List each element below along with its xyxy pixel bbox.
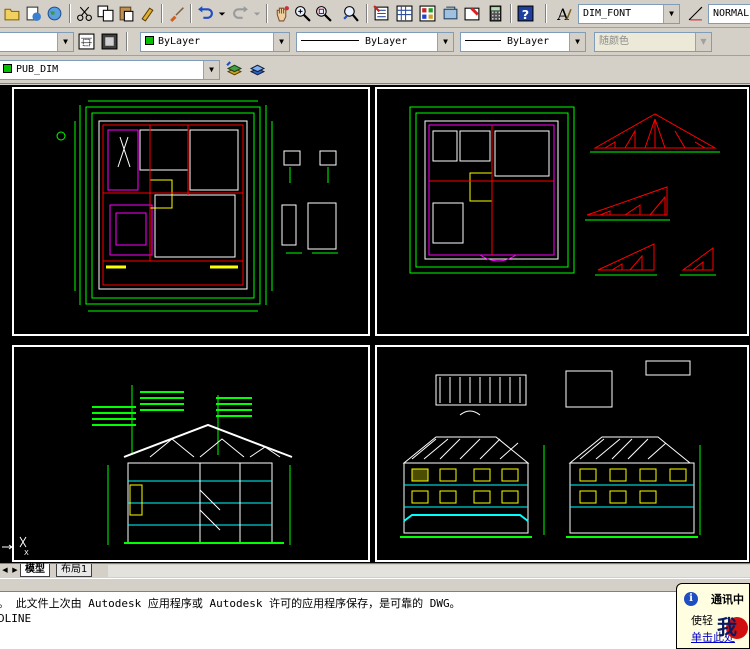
section-drawing [92,385,293,545]
svg-text:我: 我 [717,615,737,639]
markup-icon[interactable] [462,3,483,24]
tab-layout1-label: 布局1 [61,564,88,575]
globe-icon[interactable] [44,3,65,24]
color-swatch [145,36,154,45]
command-window-splitter[interactable] [0,578,750,591]
plotstyle-value: 随颜色 [599,36,629,47]
linetype-preview [301,40,359,41]
redo-dropdown-icon[interactable] [251,3,263,24]
layers-toolbar: PUB_DIM ▼ [0,56,750,84]
layer-combo[interactable]: PUB_DIM ▼ [0,60,220,80]
undo-dropdown-icon[interactable] [216,3,228,24]
text-style-combo[interactable]: DIM_FONT ▼ [578,4,680,24]
elevation-drawings [400,360,701,538]
command-history-line: 。 此文件上次由 Autodesk 应用程序或 Autodesk 许可的应用程序… [0,597,461,610]
chevron-down-icon: ▼ [663,5,679,23]
color-value: ByLayer [158,36,201,47]
notification-bubble[interactable]: i 通讯中 使轻 单击此处 我 [676,583,750,649]
viewport-frame-3 [12,345,370,562]
grid-bubble-1 [56,131,66,141]
color-combo[interactable]: ByLayer ▼ [140,32,290,52]
text-style-value: DIM_FONT [583,8,632,19]
chevron-down-icon: ▼ [437,33,453,51]
layer-states-icon[interactable] [247,59,268,80]
zoom-realtime-icon[interactable] [292,3,313,24]
prev-tab-icon[interactable]: ▶ [10,565,20,576]
layer-combo[interactable]: ▼ [0,32,74,52]
sheet-set-icon[interactable] [440,3,461,24]
dim-style-icon[interactable] [685,3,706,24]
dim-style-value: NORMAL [713,8,750,19]
lineweight-value: ByLayer [507,36,550,47]
floor-plan-2 [409,106,575,274]
zoom-previous-icon[interactable] [340,3,361,24]
redo-icon[interactable] [230,3,251,24]
roof-trusses [585,113,720,276]
drawing-canvas: X [2,87,749,562]
properties-icon[interactable] [371,3,392,24]
layer-previous-icon[interactable] [224,59,245,80]
help-icon[interactable]: ? [515,3,536,24]
plotstyle-combo: 随颜色 ▼ [594,32,712,52]
text-style-icon[interactable]: A [553,3,574,24]
copy-icon[interactable] [95,3,116,24]
dimension-lines-1 [74,100,273,312]
chevron-down-icon: ▼ [57,33,73,51]
layer-previous-icon[interactable] [99,31,120,52]
layout-tab-bar: ◀ ▶ 模型 布局1 [0,563,750,577]
pan-icon[interactable] [271,3,292,24]
ucs-icon: X [2,536,29,557]
chevron-down-icon: ▼ [203,61,219,79]
layer-value: PUB_DIM [16,64,59,75]
drawing-area[interactable]: X [0,85,750,563]
dim-style-combo[interactable]: NORMAL [708,4,750,24]
tab-model-label: 模型 [25,564,45,575]
viewport-frame-4 [375,345,749,562]
horizontal-scrollbar[interactable] [108,565,750,577]
chevron-down-icon: ▼ [569,33,585,51]
first-tab-icon[interactable]: ◀ [0,565,10,576]
design-center-icon[interactable] [394,3,415,24]
info-icon: i [684,592,698,606]
svg-text:?: ? [522,8,529,22]
notification-body: 使轻 [691,614,713,627]
paste-icon[interactable] [116,3,137,24]
undo-icon[interactable] [195,3,216,24]
linetype-value: ByLayer [365,36,408,47]
notification-title: 通讯中 [711,593,744,606]
standard-toolbar: ? A DIM_FONT ▼ NORMAL [0,0,750,28]
tab-layout1[interactable]: 布局1 [56,564,93,577]
command-window[interactable]: 。 此文件上次由 Autodesk 应用程序或 Autodesk 许可的应用程序… [0,591,750,649]
floor-plan-1 [85,106,261,305]
cut-icon[interactable] [74,3,95,24]
watermark-logo-icon: 我 [717,615,748,639]
linetype-combo[interactable]: ByLayer ▼ [296,32,454,52]
chevron-down-icon: ▼ [695,33,711,51]
publish-icon[interactable] [23,3,44,24]
layer-color-swatch [3,64,12,73]
properties-toolbar: ▼ ByLayer ▼ ByLayer ▼ ByLayer ▼ 随颜色 ▼ [0,28,750,56]
lineweight-combo[interactable]: ByLayer ▼ [460,32,586,52]
match-properties-icon[interactable] [137,3,158,24]
tab-model[interactable]: 模型 [20,564,50,577]
open-icon[interactable] [2,3,23,24]
zoom-window-icon[interactable] [313,3,334,24]
chevron-down-icon: ▼ [273,33,289,51]
command-prompt-line: DLINE [0,612,32,625]
detail-drawings-1 [281,150,338,254]
calculator-icon[interactable] [485,3,506,24]
tool-palettes-icon[interactable] [417,3,438,24]
make-object-layer-current-icon[interactable] [76,31,97,52]
lineweight-preview [465,40,501,41]
svg-text:X: X [24,549,29,557]
brush-icon[interactable] [166,3,187,24]
